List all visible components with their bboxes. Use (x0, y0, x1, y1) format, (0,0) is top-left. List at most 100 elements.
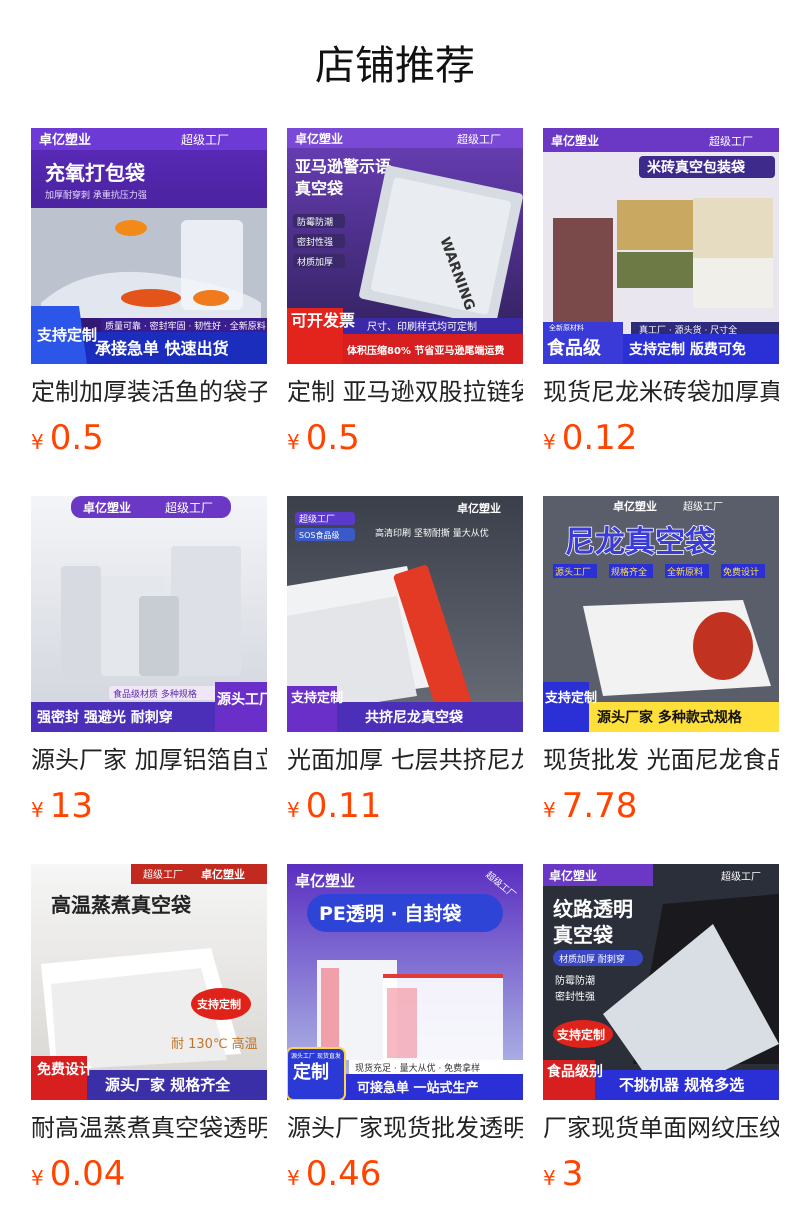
image-brand: 卓亿塑业 (201, 867, 245, 881)
image-banner: 支持定制 版费可免 (628, 341, 746, 358)
product-price: ¥0.04 (31, 1152, 267, 1202)
image-stamp: 支持定制 (36, 326, 97, 344)
image-tag: 免费设计 (723, 566, 759, 578)
image-note: 支持定制 (196, 997, 241, 1011)
image-banner: 源头厂家 多种款式规格 (597, 709, 743, 726)
product-name[interactable]: 定制加厚装活鱼的袋子 (31, 376, 267, 408)
image-badge: 超级工厂 (299, 513, 335, 525)
product-image[interactable]: 卓亿塑业 超级工厂 尼龙真空袋 源头工厂 规格齐全 全新原料 免费设计 支持定制… (543, 496, 779, 732)
image-tag: 规格齐全 (611, 566, 647, 578)
currency-symbol: ¥ (287, 1166, 300, 1190)
image-tag: 防霉防潮 (555, 974, 595, 987)
image-temp: 耐 130℃ 高温 (171, 1036, 258, 1052)
currency-symbol: ¥ (31, 798, 44, 822)
price-value: 0.12 (561, 418, 638, 458)
image-features: 质量可靠 · 密封牢固 · 韧性好 · 全新原料 (105, 320, 266, 332)
section-title: 店铺推荐 (315, 43, 475, 89)
product-price: ¥0.5 (287, 416, 523, 466)
product-image[interactable]: 卓亿塑业 超级工厂 食品级材质 多种规格 源头工厂 强密封 强避光 耐刺穿 (31, 496, 267, 732)
price-value: 7.78 (561, 786, 638, 826)
image-brand: 卓亿塑业 (549, 868, 597, 883)
image-badge: 超级工厂 (165, 500, 213, 515)
currency-symbol: ¥ (31, 1166, 44, 1190)
image-banner: 承接急单 快速出货 (95, 339, 229, 358)
image-stamp: 支持定制 (290, 690, 343, 706)
image-badge: 超级工厂 (683, 500, 723, 513)
image-headline-2: 真空袋 (553, 923, 614, 947)
price-value: 3 (561, 1154, 584, 1194)
image-banner: 源头厂家 规格齐全 (105, 1076, 231, 1094)
product-image[interactable]: 卓亿塑业 超级工厂 纹路透明 真空袋 材质加厚 耐刺穿 防霉防潮 密封性强 支持… (543, 864, 779, 1100)
image-subline: 材质加厚 耐刺穿 (559, 953, 625, 965)
currency-symbol: ¥ (543, 430, 556, 454)
product-image[interactable]: 卓亿塑业 超级工厂 PE透明 · 自封袋 现货充足 · 量大从优 · 免费拿样 … (287, 864, 523, 1100)
image-tag: 防霉防潮 (297, 216, 333, 228)
image-stamp-small: 全新原材料 (549, 323, 584, 332)
image-stamp-small: 源头工厂 现货直发 (291, 1052, 341, 1060)
image-stamp: 食品级别 (547, 1063, 603, 1080)
image-headline: 亚马逊警示语 (295, 157, 391, 176)
image-note: 现货充足 · 量大从优 · 免费拿样 (355, 1062, 480, 1074)
price-value: 13 (49, 786, 93, 826)
product-name[interactable]: 厂家现货单面网纹压纹真空袋 (543, 1112, 779, 1144)
image-headline: 纹路透明 (553, 897, 633, 921)
image-banner: 体积压缩80% 节省亚马逊尾端运费 (347, 344, 504, 357)
image-brand: 卓亿塑业 (295, 872, 355, 890)
image-tag: 源头工厂 (555, 567, 591, 578)
price-value: 0.5 (305, 418, 360, 458)
image-headline: 米砖真空包装袋 (647, 159, 746, 176)
image-banner: 可接急单 一站式生产 (357, 1080, 479, 1096)
image-badge-2: SOS食品级 (299, 530, 339, 540)
product-name[interactable]: 源头厂家 加厚铝箔自立袋 (31, 744, 267, 776)
product-image[interactable]: 卓亿塑业 超级工厂 充氧打包袋 加厚耐穿刺 承重抗压力强 质量可靠 · 密封牢固… (31, 128, 267, 364)
product-price: ¥0.46 (287, 1152, 523, 1202)
image-badge: 超级工厂 (721, 870, 761, 883)
image-badge: 超级工厂 (181, 132, 229, 147)
image-stamp: 免费设计 (37, 1061, 93, 1078)
image-badge: 超级工厂 (143, 868, 183, 881)
product-image[interactable]: 卓亿塑业 超级工厂 米砖真空包装袋 真工厂 · 源头货 · 尺寸全 全新原材料 … (543, 128, 779, 364)
currency-symbol: ¥ (543, 1166, 556, 1190)
product-name[interactable]: 源头厂家现货批发透明自封袋 (287, 1112, 523, 1144)
product-image[interactable]: 卓亿塑业 超级工厂 亚马逊警示语 真空袋 防霉防潮 密封性强 材质加厚 WARN… (287, 128, 523, 364)
image-note: 支持定制 (556, 1027, 605, 1042)
image-badge: 超级工厂 (457, 132, 501, 146)
price-value: 0.46 (305, 1154, 382, 1194)
image-stamp: 支持定制 (544, 690, 597, 706)
product-price: ¥0.5 (31, 416, 267, 466)
product-name[interactable]: 耐高温蒸煮真空袋透明食品袋 (31, 1112, 267, 1144)
image-stamp: 源头工厂 (217, 691, 267, 708)
product-name[interactable]: 现货批发 光面尼龙食品真空袋 (543, 744, 779, 776)
price-value: 0.04 (49, 1154, 126, 1194)
image-tag: 密封性强 (297, 236, 333, 248)
image-banner: 强密封 强避光 耐刺穿 (37, 709, 173, 726)
image-headline: 充氧打包袋 (45, 161, 146, 185)
image-note: 尺寸、印刷样式均可定制 (367, 320, 477, 333)
product-price: ¥0.11 (287, 784, 523, 834)
image-stamp: 可开发票 (291, 311, 355, 330)
product-price: ¥13 (31, 784, 267, 834)
product-price: ¥7.78 (543, 784, 779, 834)
product-name[interactable]: 光面加厚 七层共挤尼龙真空袋 (287, 744, 523, 776)
image-stamp: 定制 (293, 1061, 329, 1083)
image-banner: 不挑机器 规格多选 (619, 1076, 744, 1094)
product-name[interactable]: 定制 亚马逊双股拉链袋 (287, 376, 523, 408)
image-stamp: 食品级 (546, 337, 602, 359)
image-features: 高清印刷 坚韧耐撕 量大从优 (375, 527, 489, 539)
image-note: 食品级材质 多种规格 (113, 688, 197, 700)
image-headline: PE透明 · 自封袋 (319, 902, 462, 925)
product-image[interactable]: 卓亿塑业 超级工厂 SOS食品级 高清印刷 坚韧耐撕 量大从优 支持定制 共挤尼… (287, 496, 523, 732)
image-headline-2: 真空袋 (295, 179, 344, 198)
product-image[interactable]: 超级工厂 卓亿塑业 高温蒸煮真空袋 支持定制 耐 130℃ 高温 免费设计 源头… (31, 864, 267, 1100)
image-brand: 卓亿塑业 (613, 499, 657, 513)
image-tag: 密封性强 (555, 990, 595, 1003)
image-brand: 卓亿塑业 (551, 133, 599, 148)
image-banner: 共挤尼龙真空袋 (365, 709, 464, 726)
currency-symbol: ¥ (287, 798, 300, 822)
product-name[interactable]: 现货尼龙米砖袋加厚真空袋 (543, 376, 779, 408)
image-tag: 全新原料 (667, 566, 703, 578)
image-headline: 高温蒸煮真空袋 (51, 893, 192, 917)
image-brand: 卓亿塑业 (457, 501, 501, 515)
image-badge: 超级工厂 (709, 134, 753, 148)
image-brand: 卓亿塑业 (39, 132, 91, 148)
